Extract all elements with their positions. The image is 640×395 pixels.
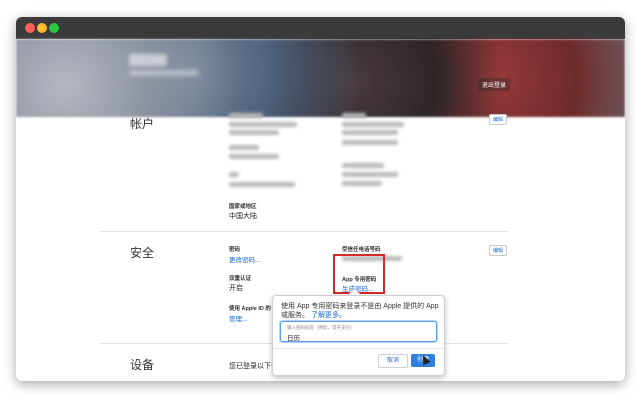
- blurred-field-label: [229, 145, 259, 150]
- profile-banner: [16, 39, 625, 117]
- account-section-title: 帐户: [130, 117, 155, 131]
- security-edit-button[interactable]: 编辑: [489, 245, 508, 256]
- cancel-button[interactable]: 取消: [378, 354, 408, 368]
- popup-divider: [273, 348, 444, 349]
- blurred-field: [342, 130, 398, 135]
- devices-description: 您已登录以下设: [229, 363, 278, 370]
- blurred-user-name: [129, 54, 167, 66]
- blurred-field: [342, 140, 398, 145]
- account-edit-button[interactable]: 编辑: [489, 114, 508, 125]
- blurred-field-label: [229, 172, 239, 177]
- blurred-field: [342, 122, 404, 127]
- security-section-title: 安全: [130, 246, 155, 260]
- twofa-label: 双重认证: [229, 276, 252, 282]
- blurred-field: [229, 154, 279, 159]
- app-password-popup: 使用 App 专用密码来登录不是由 Apple 提供的 App 或服务。 了解更…: [272, 295, 445, 376]
- zoom-window-button[interactable]: [49, 23, 59, 33]
- blurred-field-label: [229, 113, 263, 118]
- change-password-link[interactable]: 更改密码...: [229, 254, 260, 264]
- apple-id-usage-label: 使用 Apple ID 的: [229, 306, 271, 312]
- highlight-box: [333, 254, 385, 294]
- input-placeholder: 输入密码标签（例如，电子支付）: [287, 325, 355, 330]
- minimize-window-button[interactable]: [37, 23, 47, 33]
- title-bar: [16, 17, 625, 39]
- blurred-field-label: [342, 113, 366, 118]
- blurred-field: [342, 172, 398, 177]
- input-value: 日历: [287, 335, 300, 342]
- blurred-field: [229, 182, 295, 187]
- blurred-apple-id: [229, 122, 297, 127]
- blurred-field: [342, 181, 382, 186]
- learn-more-link[interactable]: 了解更多。: [311, 312, 346, 319]
- devices-section-title: 设备: [130, 358, 155, 372]
- blurred-field: [229, 130, 279, 135]
- close-window-button[interactable]: [25, 23, 35, 33]
- country-label: 国家或地区: [229, 204, 257, 210]
- blurred-user-email: [129, 70, 199, 76]
- password-label: 密码: [229, 247, 241, 253]
- popup-description: 使用 App 专用密码来登录不是由 Apple 提供的 App 或服务。 了解更…: [281, 302, 439, 320]
- blurred-field-label: [342, 163, 384, 168]
- country-value: 中国大陆: [229, 213, 257, 220]
- password-label-input[interactable]: 输入密码标签（例如，电子支付） 日历: [280, 321, 437, 342]
- twofa-value: 开启: [229, 285, 243, 292]
- popup-description-text: 使用 App 专用密码来登录不是由 Apple 提供的 App 或服务。: [281, 303, 439, 319]
- manage-link[interactable]: 管理...: [229, 313, 247, 323]
- trusted-phone-label: 受信任电话号码: [342, 247, 381, 253]
- section-divider: [100, 231, 509, 232]
- signout-button[interactable]: 退出登录: [478, 78, 511, 91]
